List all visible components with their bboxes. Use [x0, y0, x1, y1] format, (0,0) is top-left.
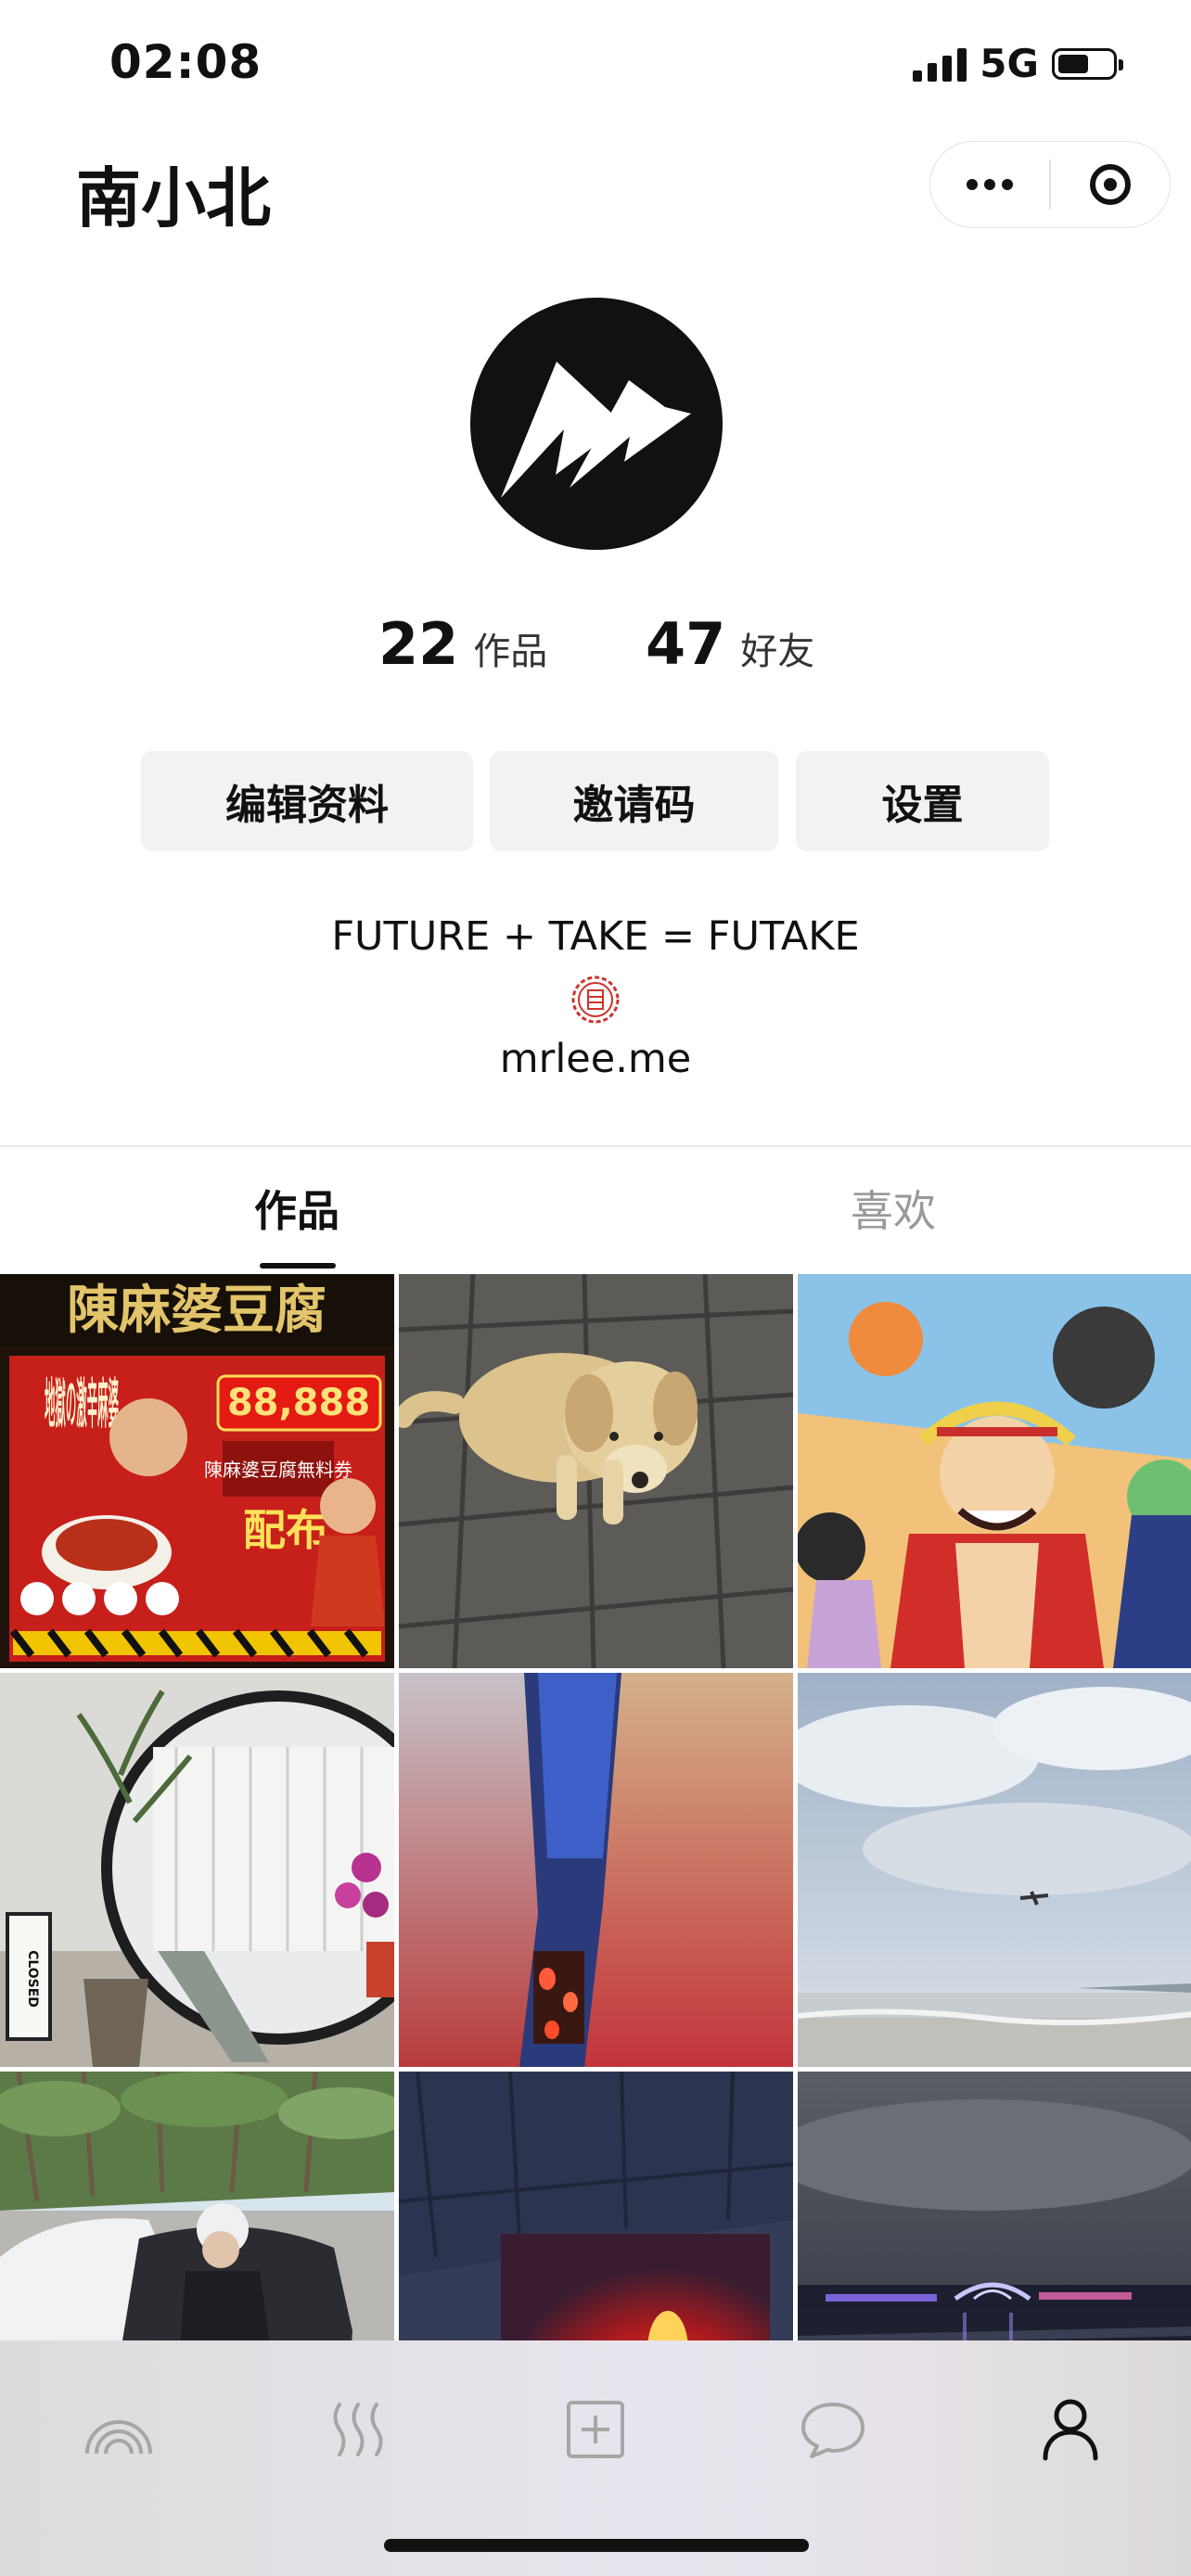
post-thumbnail[interactable]: CLOSED — [0, 1673, 394, 2067]
battery-icon — [1052, 47, 1123, 80]
poster-sub: 陳麻婆豆腐無料券 — [204, 1459, 352, 1481]
rainbow-icon — [85, 2420, 152, 2455]
network-type: 5G — [980, 41, 1039, 86]
post-thumbnail[interactable] — [399, 1673, 793, 2067]
cellular-signal-icon — [913, 46, 967, 82]
person-icon — [1043, 2399, 1098, 2461]
friends-count: 47 — [646, 610, 726, 678]
close-target-icon[interactable] — [1051, 142, 1171, 227]
active-tab-indicator — [260, 1263, 336, 1269]
post-thumbnail[interactable] — [399, 1274, 793, 1668]
chat-bubble-icon — [801, 2403, 864, 2458]
section-divider — [0, 1145, 1191, 1147]
edit-profile-button[interactable]: 编辑资料 — [141, 751, 473, 851]
nav-create[interactable] — [549, 2383, 642, 2476]
mini-program-capsule — [929, 141, 1171, 228]
nav-messages[interactable] — [787, 2383, 879, 2476]
post-thumbnail[interactable] — [798, 1274, 1191, 1668]
website-link[interactable]: mrlee.me — [0, 1036, 1191, 1082]
puppy-photo-image — [399, 1274, 793, 1668]
bio-text: FUTURE + TAKE = FUTAKE — [331, 913, 860, 960]
friends-label: 好友 — [740, 631, 815, 673]
plus-square-icon — [567, 2401, 624, 2458]
nav-trending[interactable] — [312, 2383, 404, 2476]
poster-number: 88,888 — [227, 1382, 370, 1424]
restaurant-poster-image: 陳麻婆豆腐 地獄の激辛麻婆 88,888 陳麻婆豆腐無料券 配布 — [0, 1274, 394, 1668]
alley-lanterns-image — [399, 1673, 793, 2067]
post-thumbnail[interactable] — [798, 1673, 1191, 2067]
home-indicator[interactable] — [384, 2539, 809, 2552]
lightning-logo-icon — [501, 362, 691, 498]
avatar[interactable] — [470, 298, 723, 550]
works-label: 作品 — [473, 631, 548, 673]
more-options-icon[interactable] — [930, 142, 1049, 227]
heat-waves-icon — [333, 2403, 383, 2456]
invite-code-button[interactable]: 邀请码 — [490, 751, 778, 851]
red-seal-icon — [568, 972, 623, 1027]
nav-profile[interactable] — [1024, 2383, 1117, 2476]
profile-name: 南小北 — [76, 160, 271, 236]
poster-cta: 配布 — [243, 1505, 328, 1555]
tab-works[interactable]: 作品 — [254, 1178, 339, 1239]
anime-artwork-image — [798, 1274, 1191, 1668]
stat-works[interactable]: 22 作品 — [378, 610, 547, 678]
poster-heading: 陳麻婆豆腐 — [67, 1280, 327, 1341]
nav-home[interactable] — [72, 2383, 165, 2476]
settings-button[interactable]: 设置 — [796, 751, 1049, 851]
tab-likes[interactable]: 喜欢 — [851, 1178, 936, 1239]
status-time: 02:08 — [109, 35, 263, 89]
moon-gate-interior-image: CLOSED — [0, 1673, 394, 2067]
post-thumbnail[interactable]: 陳麻婆豆腐 地獄の激辛麻婆 88,888 陳麻婆豆腐無料券 配布 — [0, 1274, 394, 1668]
poster-side-text: 地獄の激辛麻婆 — [45, 1372, 119, 1435]
closed-sign-text: CLOSED — [25, 1950, 40, 2008]
works-count: 22 — [378, 610, 459, 678]
stat-friends[interactable]: 47 好友 — [646, 610, 814, 678]
beach-airplane-image — [798, 1673, 1191, 2067]
status-indicators: 5G — [913, 41, 1123, 86]
